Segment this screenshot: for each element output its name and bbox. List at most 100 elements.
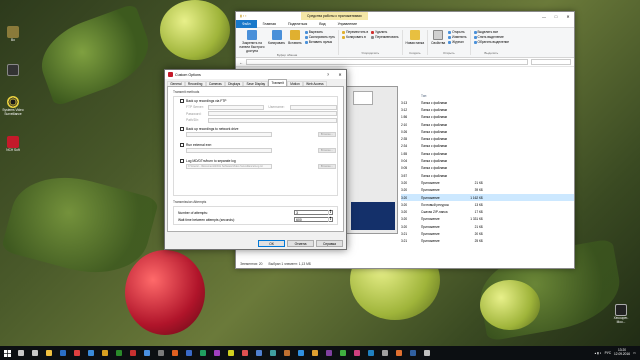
file-row[interactable]: 3:20 Приложение 1 331 КБ: [401, 216, 574, 223]
taskbar-app-app15[interactable]: [294, 346, 308, 360]
start-button[interactable]: [0, 346, 14, 360]
chrome-taskbar-button[interactable]: [70, 346, 84, 360]
close-button[interactable]: ✕: [334, 70, 346, 79]
folder-taskbar-button[interactable]: [42, 346, 56, 360]
help-button[interactable]: Справка: [316, 240, 343, 247]
checkbox-box[interactable]: [180, 158, 184, 163]
network-drive-field[interactable]: [186, 131, 272, 137]
tab-file[interactable]: Файл: [236, 19, 257, 28]
taskbar-app-app14[interactable]: [280, 346, 294, 360]
file-row[interactable]: 3:21 Приложение 20 КБ: [401, 230, 574, 237]
backup-ftp-checkbox[interactable]: Back up recordings via FTP: [174, 99, 337, 103]
taskbar-app-app17[interactable]: [322, 346, 336, 360]
taskbar-app-app18[interactable]: [336, 346, 350, 360]
paste-button[interactable]: Вставить: [288, 30, 302, 45]
file-row[interactable]: 3:13 Папка с файлами: [401, 99, 574, 106]
file-row[interactable]: 3:57 Папка с файлами: [401, 172, 574, 179]
file-row[interactable]: 3:20 Приложение 21 КБ: [401, 179, 574, 186]
copy-path-button[interactable]: Скопировать путь: [304, 35, 335, 39]
file-row[interactable]: 3:20 Приложение 21 КБ: [401, 223, 574, 230]
taskbar-app-app20[interactable]: [364, 346, 378, 360]
taskbar-app-app2[interactable]: [112, 346, 126, 360]
taskbar-app-app5[interactable]: [154, 346, 168, 360]
history-button[interactable]: Журнал: [448, 40, 466, 44]
cut-button[interactable]: Вырезать: [304, 30, 335, 34]
taskbar-app-app16[interactable]: [308, 346, 322, 360]
column-type[interactable]: Тип: [421, 94, 481, 98]
paste-shortcut-button[interactable]: Вставить ярлык: [304, 40, 335, 44]
password-field[interactable]: [207, 111, 337, 116]
desktop-icon[interactable]: Bo: [2, 26, 24, 43]
invert-selection-button[interactable]: Обратить выделение: [473, 40, 509, 44]
move-to-button[interactable]: Переместить в: [342, 30, 368, 34]
back-arrow-icon[interactable]: ←: [239, 60, 243, 65]
browse-drive-button[interactable]: Browse...: [318, 131, 336, 137]
explorer-titlebar[interactable]: ▮ ▪ ▪ Средства работы с приложениями — □…: [236, 12, 574, 20]
help-button[interactable]: ?: [322, 70, 334, 79]
ftp-server-field[interactable]: [207, 104, 265, 110]
desktop-icon[interactable]: Xecouper-Moo...: [610, 304, 632, 325]
taskbar-app-app1[interactable]: [98, 346, 112, 360]
taskbar-app-app4[interactable]: [140, 346, 154, 360]
custom-options-dialog[interactable]: Custom Options ? ✕ General Recording Cam…: [164, 69, 347, 250]
taskbar-app-app22[interactable]: [392, 346, 406, 360]
clock[interactable]: 13:20 12.09.2016: [614, 348, 630, 357]
taskbar-app-app7[interactable]: [182, 346, 196, 360]
username-field[interactable]: [289, 104, 337, 110]
tab-transmit[interactable]: Transmit: [268, 79, 287, 86]
backup-drive-checkbox[interactable]: Back up recordings to network drive: [174, 126, 337, 131]
select-none-button[interactable]: Снять выделение: [473, 35, 509, 39]
taskbar-app-app12[interactable]: [252, 346, 266, 360]
taskbar-app-app3[interactable]: [126, 346, 140, 360]
desktop-icon[interactable]: NCH Soft: [2, 136, 24, 153]
delete-button[interactable]: Удалить: [371, 30, 398, 34]
search-input[interactable]: [531, 59, 571, 65]
notifications-icon[interactable]: ▭: [633, 351, 636, 355]
tab-home[interactable]: Главная: [257, 22, 282, 26]
browse-log-button[interactable]: Browse...: [318, 163, 336, 169]
taskbar-app-app23[interactable]: [406, 346, 420, 360]
search-taskbar-button[interactable]: [14, 346, 28, 360]
cancel-button[interactable]: Отмена: [287, 240, 314, 247]
taskbar-app-app10[interactable]: [224, 346, 238, 360]
taskbar-app-app13[interactable]: [266, 346, 280, 360]
taskbar-app-app24[interactable]: [420, 346, 434, 360]
wait-spinner[interactable]: 600 ▲ ▼: [294, 216, 333, 222]
desktop-icon[interactable]: Systems Video Surveillance: [2, 96, 24, 117]
file-row[interactable]: 3:21 Приложение 25 КБ: [401, 238, 574, 245]
file-row[interactable]: 0:26 Папка с файлами: [401, 128, 574, 135]
language-indicator[interactable]: РУС: [605, 351, 611, 355]
attempts-spinner[interactable]: 3 ▲ ▼: [294, 209, 333, 215]
close-button[interactable]: ✕: [562, 12, 574, 20]
copy-to-button[interactable]: Копировать в: [342, 35, 368, 39]
browse-exe-button[interactable]: Browse...: [318, 147, 336, 153]
file-row[interactable]: 2:10 Папка с файлами: [401, 121, 574, 128]
store-taskbar-button[interactable]: [56, 346, 70, 360]
taskbar-app-app19[interactable]: [350, 346, 364, 360]
desktop-icon[interactable]: [2, 64, 24, 77]
select-all-button[interactable]: Выделить все: [473, 30, 509, 34]
file-row[interactable]: 2:34 Папка с файлами: [401, 143, 574, 150]
run-external-checkbox[interactable]: Run external exe:: [174, 142, 337, 147]
spinner-arrows-icon[interactable]: ▲ ▼: [328, 209, 332, 215]
file-row[interactable]: 3:20 Почтовый ресурсы 13 КБ: [401, 201, 574, 208]
tab-manage[interactable]: Управление: [332, 22, 363, 26]
checkbox-box[interactable]: [180, 126, 184, 131]
mail-taskbar-button[interactable]: [84, 346, 98, 360]
taskbar-app-app11[interactable]: [238, 346, 252, 360]
taskbar-app-app8[interactable]: [196, 346, 210, 360]
path-field[interactable]: [207, 117, 337, 123]
address-bar[interactable]: [246, 59, 528, 65]
taskbar-app-app6[interactable]: [168, 346, 182, 360]
file-row[interactable]: 1:55 Папка с файлами: [401, 150, 574, 157]
copy-button[interactable]: Копировать: [268, 30, 285, 45]
external-exe-field[interactable]: [186, 147, 272, 153]
file-row[interactable]: 0:04 Папка с файлами: [401, 157, 574, 164]
log-path-field[interactable]: C:\Users\...\Documents\NCH Software\Vide…: [186, 163, 272, 169]
file-row-selected[interactable]: 3:20 Приложение 1 162 КБ: [401, 193, 574, 202]
taskbar-app-app9[interactable]: [210, 346, 224, 360]
log-checkbox[interactable]: Log MD/DTrx/burn to separate log: [174, 158, 337, 163]
properties-button[interactable]: Свойства: [431, 30, 445, 45]
file-row[interactable]: 1:56 Папка с файлами: [401, 114, 574, 121]
task-view-taskbar-button[interactable]: [28, 346, 42, 360]
